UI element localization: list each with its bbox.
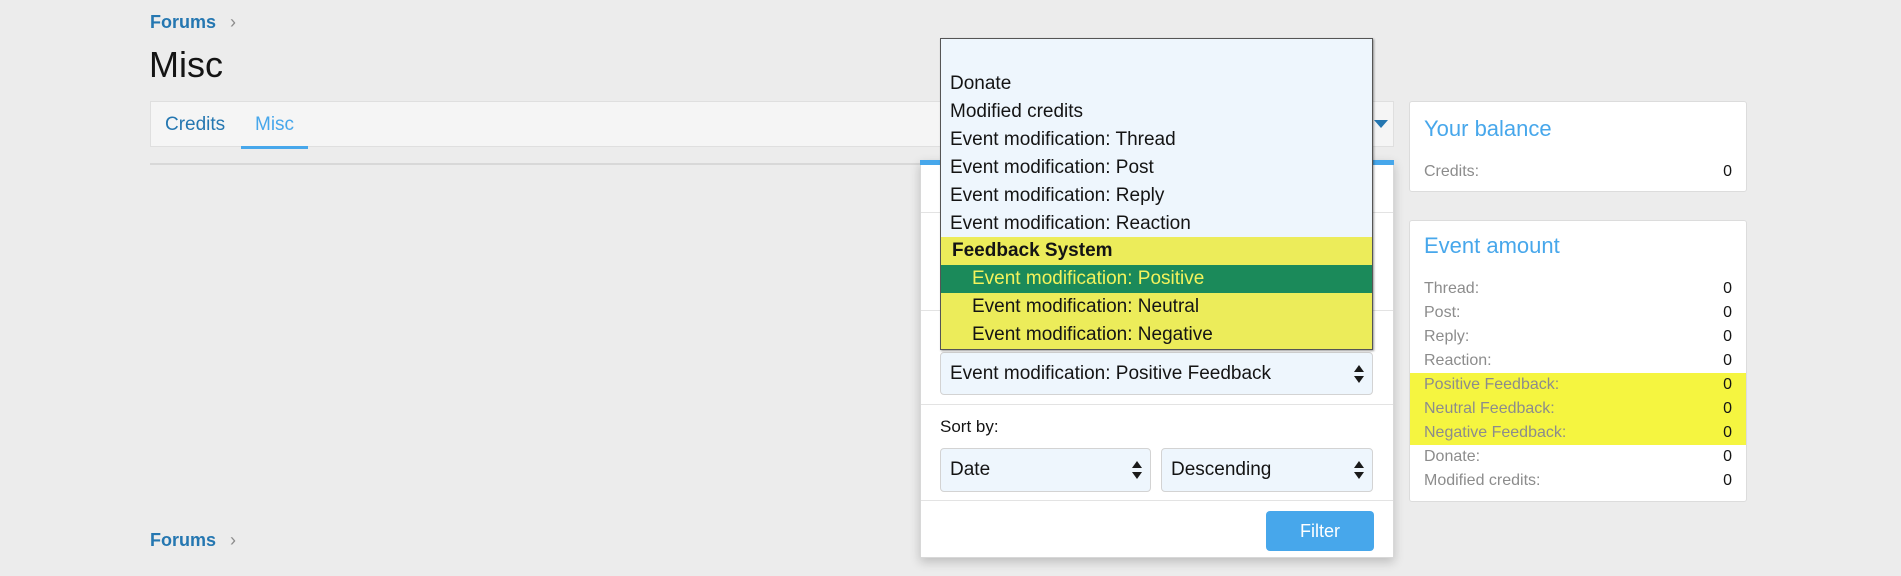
event-amount-row-highlighted: Negative Feedback: 0 <box>1410 421 1746 445</box>
breadcrumb-bottom: Forums › <box>150 530 236 551</box>
event-amount-key: Reaction: <box>1424 352 1492 369</box>
event-amount-value: 0 <box>1723 424 1732 441</box>
chevron-right-icon: › <box>230 530 237 550</box>
event-amount-row: Post: 0 <box>1410 301 1746 325</box>
event-amount-value: 0 <box>1723 304 1732 321</box>
event-amount-row: Modified credits: 0 <box>1410 469 1746 493</box>
tab-credits[interactable]: Credits <box>165 102 225 148</box>
dropdown-option[interactable]: Event modification: Post <box>941 154 1372 182</box>
dropdown-option[interactable]: Event modification: Reply <box>941 182 1372 210</box>
event-amount-row: Reply: 0 <box>1410 325 1746 349</box>
sort-field-value: Date <box>950 459 991 480</box>
sort-field-select[interactable]: Date <box>940 448 1151 492</box>
event-amount-row: Donate: 0 <box>1410 445 1746 469</box>
event-amount-row-highlighted: Positive Feedback: 0 <box>1410 373 1746 397</box>
event-type-dropdown-list: Donate Modified credits Event modificati… <box>940 38 1373 350</box>
select-updown-icon <box>1354 461 1364 479</box>
event-type-select[interactable]: Event modification: Positive Feedback <box>940 352 1373 395</box>
balance-block: Your balance Credits: 0 <box>1409 101 1747 192</box>
event-amount-title: Event amount <box>1424 233 1560 258</box>
event-amount-key: Post: <box>1424 304 1461 321</box>
breadcrumb-top: Forums › <box>150 12 236 33</box>
event-amount-row: Reaction: 0 <box>1410 349 1746 373</box>
event-amount-value: 0 <box>1723 280 1732 297</box>
dropdown-option[interactable]: Event modification: Neutral <box>941 293 1372 321</box>
event-amount-value: 0 <box>1723 376 1732 393</box>
event-amount-key: Donate: <box>1424 448 1481 465</box>
sort-order-select[interactable]: Descending <box>1161 448 1373 492</box>
event-type-select-value: Event modification: Positive Feedback <box>950 362 1272 384</box>
event-amount-row: Thread: 0 <box>1410 277 1746 301</box>
event-amount-value: 0 <box>1723 472 1732 489</box>
dropdown-option[interactable]: Event modification: Thread <box>941 126 1372 154</box>
balance-title: Your balance <box>1424 116 1552 141</box>
event-amount-row-highlighted: Neutral Feedback: 0 <box>1410 397 1746 421</box>
event-amount-value: 0 <box>1723 328 1732 345</box>
event-amount-key: Modified credits: <box>1424 472 1541 489</box>
event-amount-value: 0 <box>1723 448 1732 465</box>
balance-row-key: Credits: <box>1424 163 1480 180</box>
sort-order-value: Descending <box>1171 459 1272 480</box>
page-title: Misc <box>149 44 223 85</box>
balance-row-value: 0 <box>1723 163 1732 180</box>
event-amount-key: Neutral Feedback: <box>1424 400 1555 417</box>
dropdown-option[interactable]: Modified credits <box>941 98 1372 126</box>
dropdown-optgroup-label: Feedback System <box>941 237 1372 265</box>
event-amount-key: Thread: <box>1424 280 1480 297</box>
select-updown-icon <box>1132 461 1142 479</box>
sort-by-label: Sort by: <box>940 417 999 436</box>
dropdown-option[interactable]: Donate <box>941 70 1372 98</box>
panel-separator <box>921 404 1393 405</box>
event-amount-value: 0 <box>1723 352 1732 369</box>
event-amount-value: 0 <box>1723 400 1732 417</box>
event-amount-block: Event amount Thread: 0 Post: 0 Reply: 0 … <box>1409 220 1747 502</box>
event-amount-key: Negative Feedback: <box>1424 424 1567 441</box>
dropdown-option-selected[interactable]: Event modification: Positive <box>941 265 1372 293</box>
select-updown-icon <box>1354 364 1364 383</box>
event-amount-key: Reply: <box>1424 328 1470 345</box>
tab-misc[interactable]: Misc <box>240 102 309 149</box>
dropdown-option[interactable]: Event modification: Reaction <box>941 210 1372 238</box>
breadcrumb-forums-link[interactable]: Forums <box>150 530 216 551</box>
balance-row: Credits: 0 <box>1410 160 1746 184</box>
chevron-right-icon: › <box>230 12 237 32</box>
dropdown-option[interactable]: Event modification: Negative <box>941 321 1372 349</box>
filter-button[interactable]: Filter <box>1266 511 1374 551</box>
event-amount-key: Positive Feedback: <box>1424 376 1560 393</box>
panel-separator <box>921 500 1393 501</box>
breadcrumb-forums-link[interactable]: Forums <box>150 12 216 33</box>
menu-caret-down-icon[interactable] <box>1374 120 1388 128</box>
